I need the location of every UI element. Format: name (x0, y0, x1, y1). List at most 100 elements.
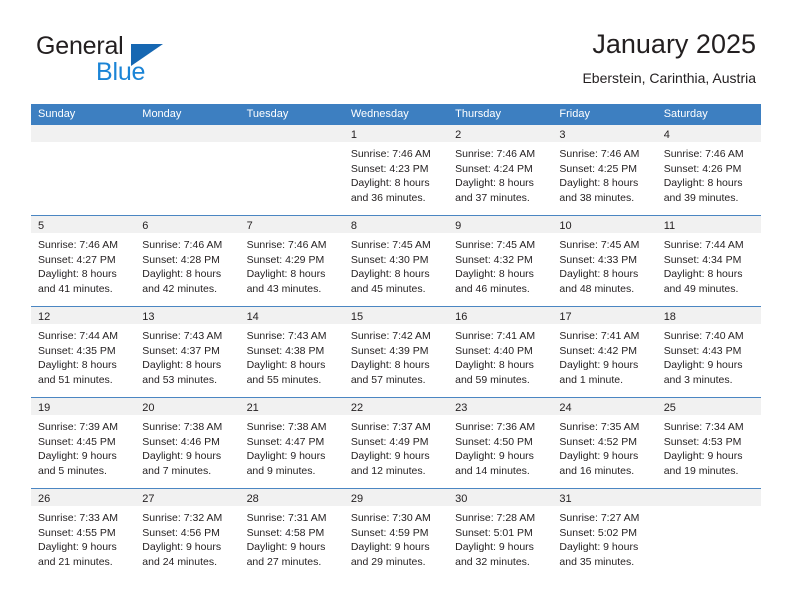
sunset-text: Sunset: 4:52 PM (559, 435, 638, 448)
day-number-strip: 3 (552, 125, 657, 142)
week-row: 5 Sunrise: 7:46 AM Sunset: 4:27 PM Dayli… (31, 216, 761, 307)
daylight-text-line1: Daylight: 8 hours (455, 359, 534, 372)
daylight-text-line2: and 36 minutes. (350, 191, 426, 204)
day-cell[interactable]: 18 Sunrise: 7:40 AM Sunset: 4:43 PM Dayl… (656, 307, 761, 397)
day-cell[interactable]: 11 Sunrise: 7:44 AM Sunset: 4:34 PM Dayl… (656, 216, 761, 306)
day-details: Sunrise: 7:44 AM Sunset: 4:34 PM Dayligh… (657, 233, 761, 296)
sunrise-text: Sunrise: 7:39 AM (38, 421, 118, 433)
day-number: 26 (38, 493, 51, 505)
daylight-text-line1: Daylight: 8 hours (559, 177, 639, 190)
day-details (657, 506, 761, 511)
sunset-text: Sunset: 4:38 PM (246, 344, 325, 357)
day-cell[interactable]: 9 Sunrise: 7:45 AM Sunset: 4:32 PM Dayli… (448, 216, 553, 306)
day-cell[interactable]: 29 Sunrise: 7:30 AM Sunset: 4:59 PM Dayl… (343, 489, 449, 579)
day-number: 12 (38, 311, 51, 323)
sunset-text: Sunset: 4:26 PM (663, 162, 742, 175)
daylight-text-line1: Daylight: 8 hours (38, 268, 117, 281)
day-cell[interactable]: 3 Sunrise: 7:46 AM Sunset: 4:25 PM Dayli… (552, 125, 657, 215)
day-cell[interactable]: 14 Sunrise: 7:43 AM Sunset: 4:38 PM Dayl… (239, 307, 344, 397)
day-cell[interactable]: 13 Sunrise: 7:43 AM Sunset: 4:37 PM Dayl… (135, 307, 240, 397)
daylight-text-line2: and 3 minutes. (663, 373, 733, 386)
day-cell[interactable] (239, 125, 344, 215)
day-cell[interactable]: 10 Sunrise: 7:45 AM Sunset: 4:33 PM Dayl… (552, 216, 657, 306)
day-cell[interactable]: 26 Sunrise: 7:33 AM Sunset: 4:55 PM Dayl… (31, 489, 136, 579)
daylight-text-line2: and 41 minutes. (38, 282, 113, 295)
day-cell[interactable]: 1 Sunrise: 7:46 AM Sunset: 4:23 PM Dayli… (343, 125, 449, 215)
week-row: 19 Sunrise: 7:39 AM Sunset: 4:45 PM Dayl… (31, 398, 761, 489)
day-cell[interactable] (31, 125, 136, 215)
day-cell[interactable]: 4 Sunrise: 7:46 AM Sunset: 4:26 PM Dayli… (656, 125, 761, 215)
sunrise-text: Sunrise: 7:27 AM (559, 512, 640, 524)
sunrise-text: Sunrise: 7:46 AM (246, 239, 327, 251)
day-cell[interactable]: 2 Sunrise: 7:46 AM Sunset: 4:24 PM Dayli… (448, 125, 553, 215)
day-cell[interactable]: 23 Sunrise: 7:36 AM Sunset: 4:50 PM Dayl… (448, 398, 553, 488)
sunrise-text: Sunrise: 7:38 AM (246, 421, 327, 433)
sunset-text: Sunset: 4:43 PM (663, 344, 742, 357)
day-details: Sunrise: 7:45 AM Sunset: 4:32 PM Dayligh… (448, 233, 552, 296)
day-cell[interactable]: 28 Sunrise: 7:31 AM Sunset: 4:58 PM Dayl… (239, 489, 344, 579)
daylight-text-line1: Daylight: 9 hours (559, 359, 639, 372)
day-cell[interactable]: 20 Sunrise: 7:38 AM Sunset: 4:46 PM Dayl… (135, 398, 240, 488)
day-number-strip: 14 (239, 307, 344, 324)
daylight-text-line1: Daylight: 8 hours (663, 177, 743, 190)
day-details: Sunrise: 7:43 AM Sunset: 4:37 PM Dayligh… (135, 324, 239, 387)
daylight-text-line1: Daylight: 9 hours (559, 541, 639, 554)
day-number: 16 (455, 311, 468, 323)
day-cell[interactable]: 16 Sunrise: 7:41 AM Sunset: 4:40 PM Dayl… (448, 307, 553, 397)
day-cell[interactable]: 12 Sunrise: 7:44 AM Sunset: 4:35 PM Dayl… (31, 307, 136, 397)
day-cell[interactable]: 6 Sunrise: 7:46 AM Sunset: 4:28 PM Dayli… (135, 216, 240, 306)
day-cell[interactable]: 22 Sunrise: 7:37 AM Sunset: 4:49 PM Dayl… (343, 398, 449, 488)
day-cell[interactable]: 5 Sunrise: 7:46 AM Sunset: 4:27 PM Dayli… (31, 216, 136, 306)
day-cell[interactable]: 31 Sunrise: 7:27 AM Sunset: 5:02 PM Dayl… (552, 489, 657, 579)
sunrise-text: Sunrise: 7:38 AM (142, 421, 223, 433)
sunrise-text: Sunrise: 7:46 AM (559, 148, 640, 160)
daylight-text-line2: and 53 minutes. (142, 373, 217, 386)
day-cell[interactable] (135, 125, 240, 215)
day-cell[interactable]: 19 Sunrise: 7:39 AM Sunset: 4:45 PM Dayl… (31, 398, 136, 488)
day-number: 1 (350, 129, 357, 141)
day-details: Sunrise: 7:46 AM Sunset: 4:26 PM Dayligh… (657, 142, 761, 205)
day-details: Sunrise: 7:35 AM Sunset: 4:52 PM Dayligh… (552, 415, 656, 478)
day-cell[interactable]: 30 Sunrise: 7:28 AM Sunset: 5:01 PM Dayl… (448, 489, 553, 579)
day-cell[interactable]: 24 Sunrise: 7:35 AM Sunset: 4:52 PM Dayl… (552, 398, 657, 488)
day-cell[interactable]: 7 Sunrise: 7:46 AM Sunset: 4:29 PM Dayli… (239, 216, 344, 306)
day-details: Sunrise: 7:32 AM Sunset: 4:56 PM Dayligh… (135, 506, 239, 569)
day-cell[interactable]: 25 Sunrise: 7:34 AM Sunset: 4:53 PM Dayl… (656, 398, 761, 488)
day-number-strip (656, 489, 761, 506)
day-number: 30 (455, 493, 468, 505)
sunrise-text: Sunrise: 7:46 AM (142, 239, 223, 251)
sunset-text: Sunset: 4:23 PM (350, 162, 429, 175)
sunset-text: Sunset: 4:37 PM (142, 344, 220, 357)
sunrise-text: Sunrise: 7:46 AM (350, 148, 431, 160)
day-cell[interactable] (656, 489, 761, 579)
day-cell[interactable]: 27 Sunrise: 7:32 AM Sunset: 4:56 PM Dayl… (135, 489, 240, 579)
day-number-strip: 15 (343, 307, 449, 324)
sunset-text: Sunset: 4:50 PM (455, 435, 533, 448)
day-number: 13 (142, 311, 155, 323)
daylight-text-line2: and 48 minutes. (559, 282, 635, 295)
daylight-text-line2: and 35 minutes. (559, 555, 635, 568)
day-details: Sunrise: 7:46 AM Sunset: 4:28 PM Dayligh… (135, 233, 239, 296)
sunrise-text: Sunrise: 7:32 AM (142, 512, 223, 524)
dow-header-tuesday: Tuesday (246, 108, 289, 120)
daylight-text-line2: and 45 minutes. (350, 282, 426, 295)
day-number: 11 (663, 220, 676, 232)
daylight-text-line2: and 29 minutes. (350, 555, 426, 568)
sunrise-text: Sunrise: 7:41 AM (559, 330, 640, 342)
daylight-text-line2: and 32 minutes. (455, 555, 530, 568)
daylight-text-line2: and 12 minutes. (350, 464, 426, 477)
dow-header-friday: Friday (559, 108, 590, 120)
daylight-text-line1: Daylight: 8 hours (559, 268, 639, 281)
daylight-text-line1: Daylight: 9 hours (38, 450, 117, 463)
sunrise-text: Sunrise: 7:43 AM (142, 330, 223, 342)
dow-header-monday: Monday (142, 108, 182, 120)
day-number: 25 (663, 402, 676, 414)
daylight-text-line1: Daylight: 8 hours (455, 268, 534, 281)
day-cell[interactable]: 17 Sunrise: 7:41 AM Sunset: 4:42 PM Dayl… (552, 307, 657, 397)
day-cell[interactable]: 21 Sunrise: 7:38 AM Sunset: 4:47 PM Dayl… (239, 398, 344, 488)
sunset-text: Sunset: 4:39 PM (350, 344, 429, 357)
day-cell[interactable]: 15 Sunrise: 7:42 AM Sunset: 4:39 PM Dayl… (343, 307, 449, 397)
calendar-page: General Blue January 2025 Eberstein, Car… (0, 0, 792, 612)
day-number: 17 (559, 311, 572, 323)
day-cell[interactable]: 8 Sunrise: 7:45 AM Sunset: 4:30 PM Dayli… (343, 216, 449, 306)
